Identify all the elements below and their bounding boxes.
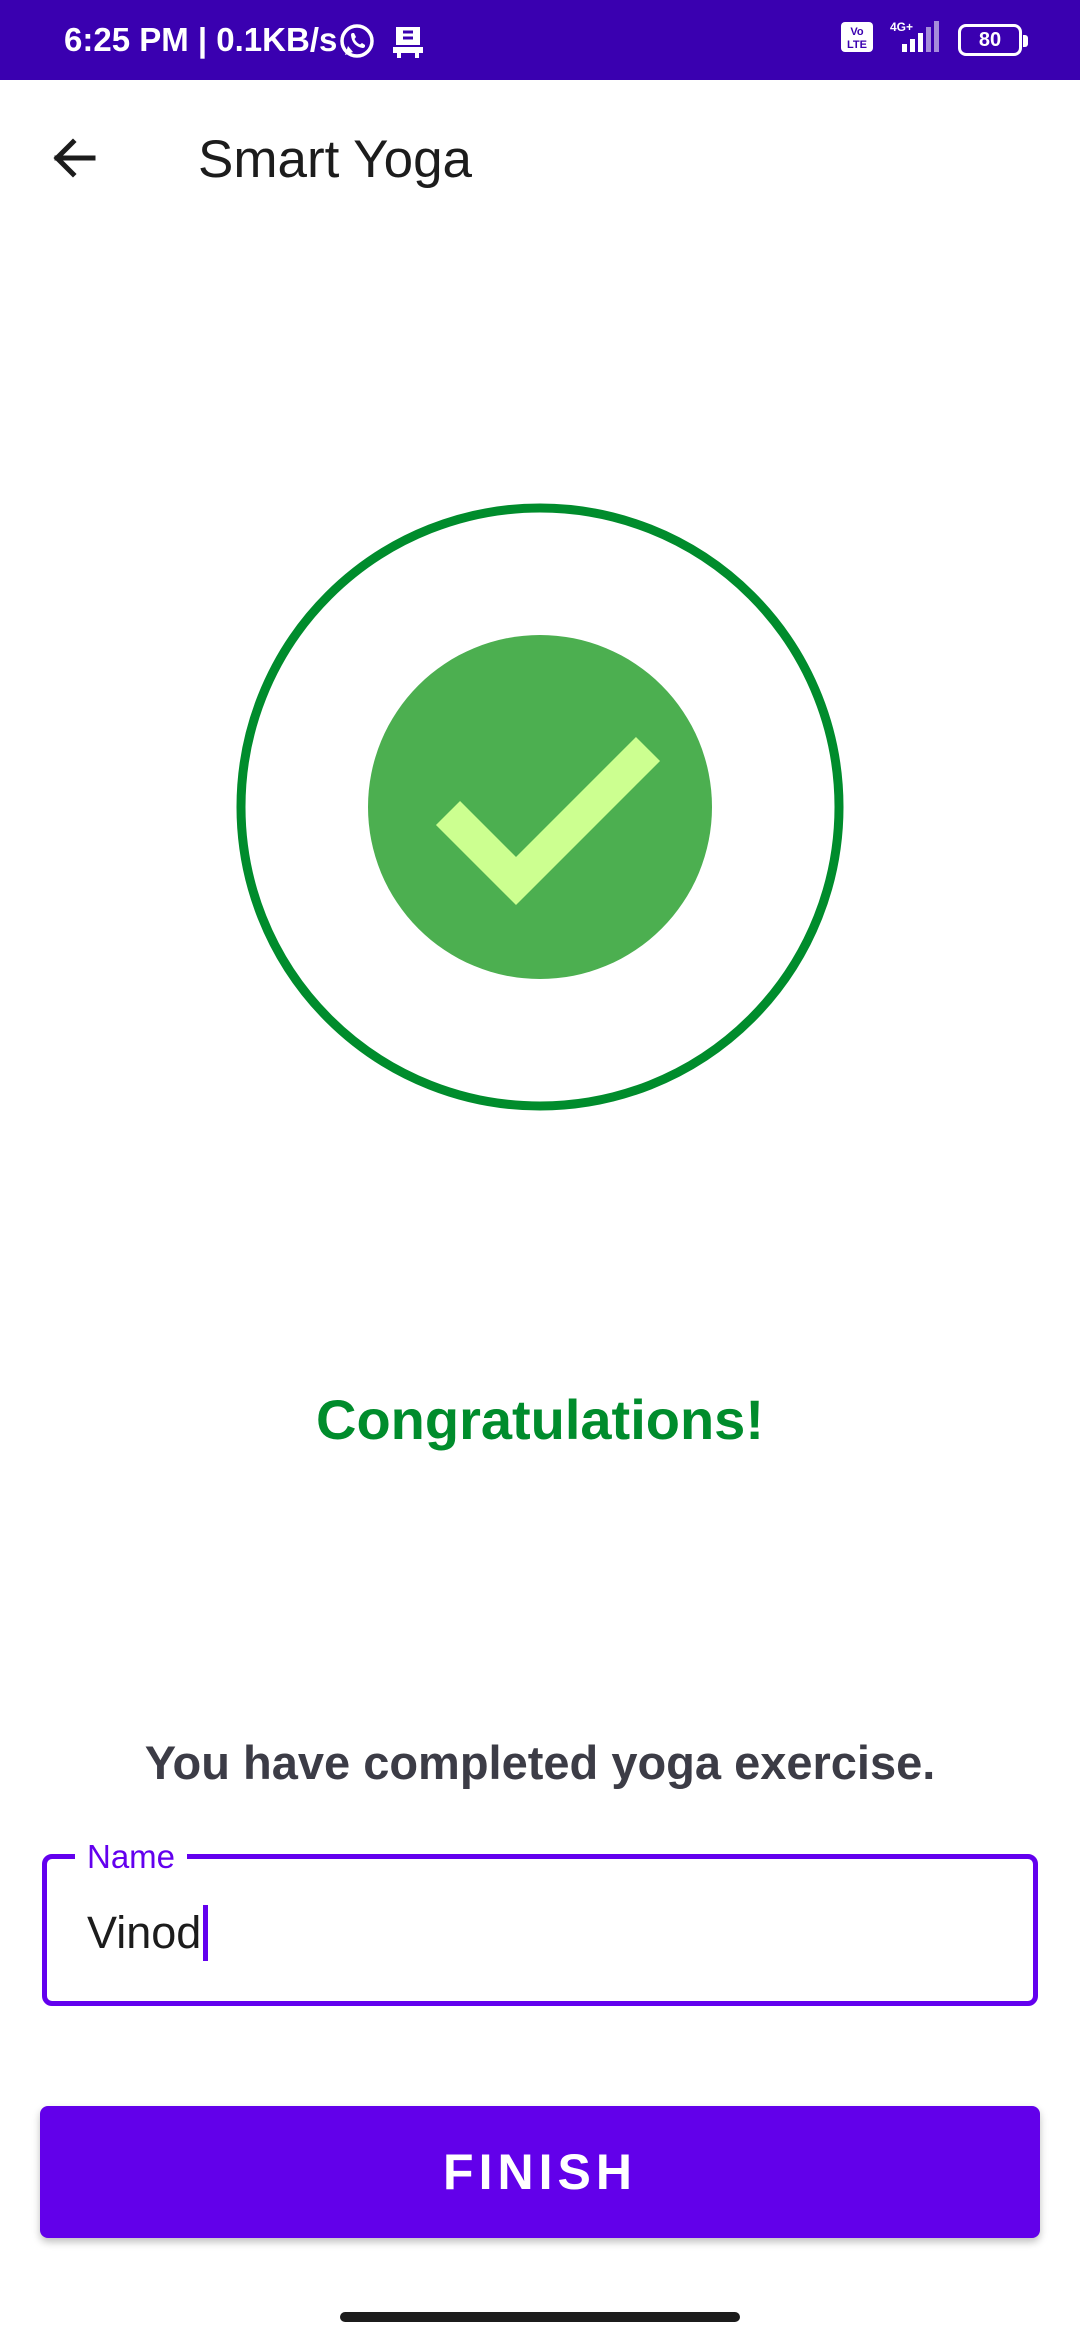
text-cursor [203,1905,209,1961]
back-button[interactable] [36,122,112,198]
network-type-label: 4G+ [890,20,913,34]
name-input[interactable]: Vinod [87,1905,209,1961]
name-input-value: Vinod [87,1907,202,1958]
check-circle-icon [368,635,712,979]
status-bar: 6:25 PM | 0.1KB/s Vo LTE 4G+ 80 [0,0,1080,80]
svg-text:Vo: Vo [850,26,864,38]
name-field-label: Name [75,1837,188,1877]
app-bar: Smart Yoga [0,80,1080,240]
battery-icon: 80 [958,23,1028,56]
storage-icon [390,23,426,64]
system-icons: Vo LTE 4G+ 80 [840,20,1028,59]
notification-icons [338,22,426,65]
status-time: 6:25 PM | 0.1KB/s [64,21,338,58]
arrow-left-icon [49,133,99,188]
svg-text:LTE: LTE [847,39,867,51]
signal-icon: 4G+ [890,20,942,59]
home-indicator[interactable] [340,2312,740,2322]
whatsapp-icon [338,22,376,65]
completion-message: You have completed yoga exercise. [144,1736,936,1789]
congratulations-heading: Congratulations! [316,1388,764,1451]
volte-icon: Vo LTE [840,21,874,58]
success-graphic [236,503,844,1111]
page-title: Smart Yoga [198,130,473,189]
finish-button[interactable]: FINISH [40,2106,1040,2238]
name-field[interactable]: Name Vinod [42,1837,1038,2006]
